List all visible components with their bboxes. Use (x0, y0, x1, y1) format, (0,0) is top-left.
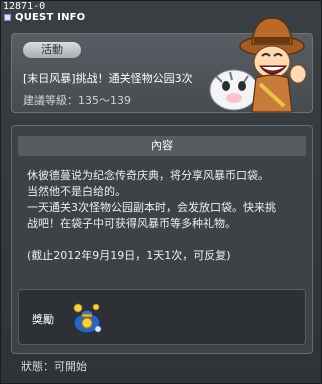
reward-label: 獎勵 (32, 313, 54, 326)
content-section-title: 內容 (18, 136, 306, 156)
description-line: 当然他不是白给的。 (27, 185, 126, 198)
npc-mascot-icon (209, 17, 307, 113)
description-line: 一天通关3次怪物公园副本时，会发放口袋。快来挑 (27, 201, 276, 214)
window-title: QUEST INFO (15, 11, 86, 23)
quest-description: 休彼德蔓说为纪念传奇庆典，将分享风暴币口袋。 当然他不是白给的。 一天通关3次怪… (27, 168, 303, 264)
quest-header: 活動 [末日风暴]挑战！通关怪物公园3次 建議等級：135～139 (11, 17, 313, 113)
title-bar[interactable]: QUEST INFO (4, 10, 85, 24)
quest-status: 狀態：可開始 (21, 360, 87, 373)
window-icon (4, 13, 11, 21)
description-line: 休彼德蔓说为纪念传奇庆典，将分享风暴币口袋。 (27, 169, 269, 182)
reward-box: 獎勵 (18, 289, 306, 345)
event-badge: 活動 (23, 42, 81, 58)
level-requirement: 建議等級：135～139 (23, 94, 131, 107)
description-note: (截止2012年9月19日，1天1次，可反复) (27, 249, 231, 262)
description-line: 战吧！在袋子中可获得风暴币等多种礼物。 (27, 217, 236, 230)
quest-title: [末日风暴]挑战！通关怪物公园3次 (23, 72, 193, 85)
quest-info-window: 12871-0 QUEST INFO 活動 [末日风暴]挑战！通关怪物公园3次 … (0, 0, 322, 384)
content-panel: 內容 休彼德蔓说为纪念传奇庆典，将分享风暴币口袋。 当然他不是白给的。 一天通关… (11, 125, 313, 354)
coin-pouch-icon[interactable] (70, 299, 104, 335)
